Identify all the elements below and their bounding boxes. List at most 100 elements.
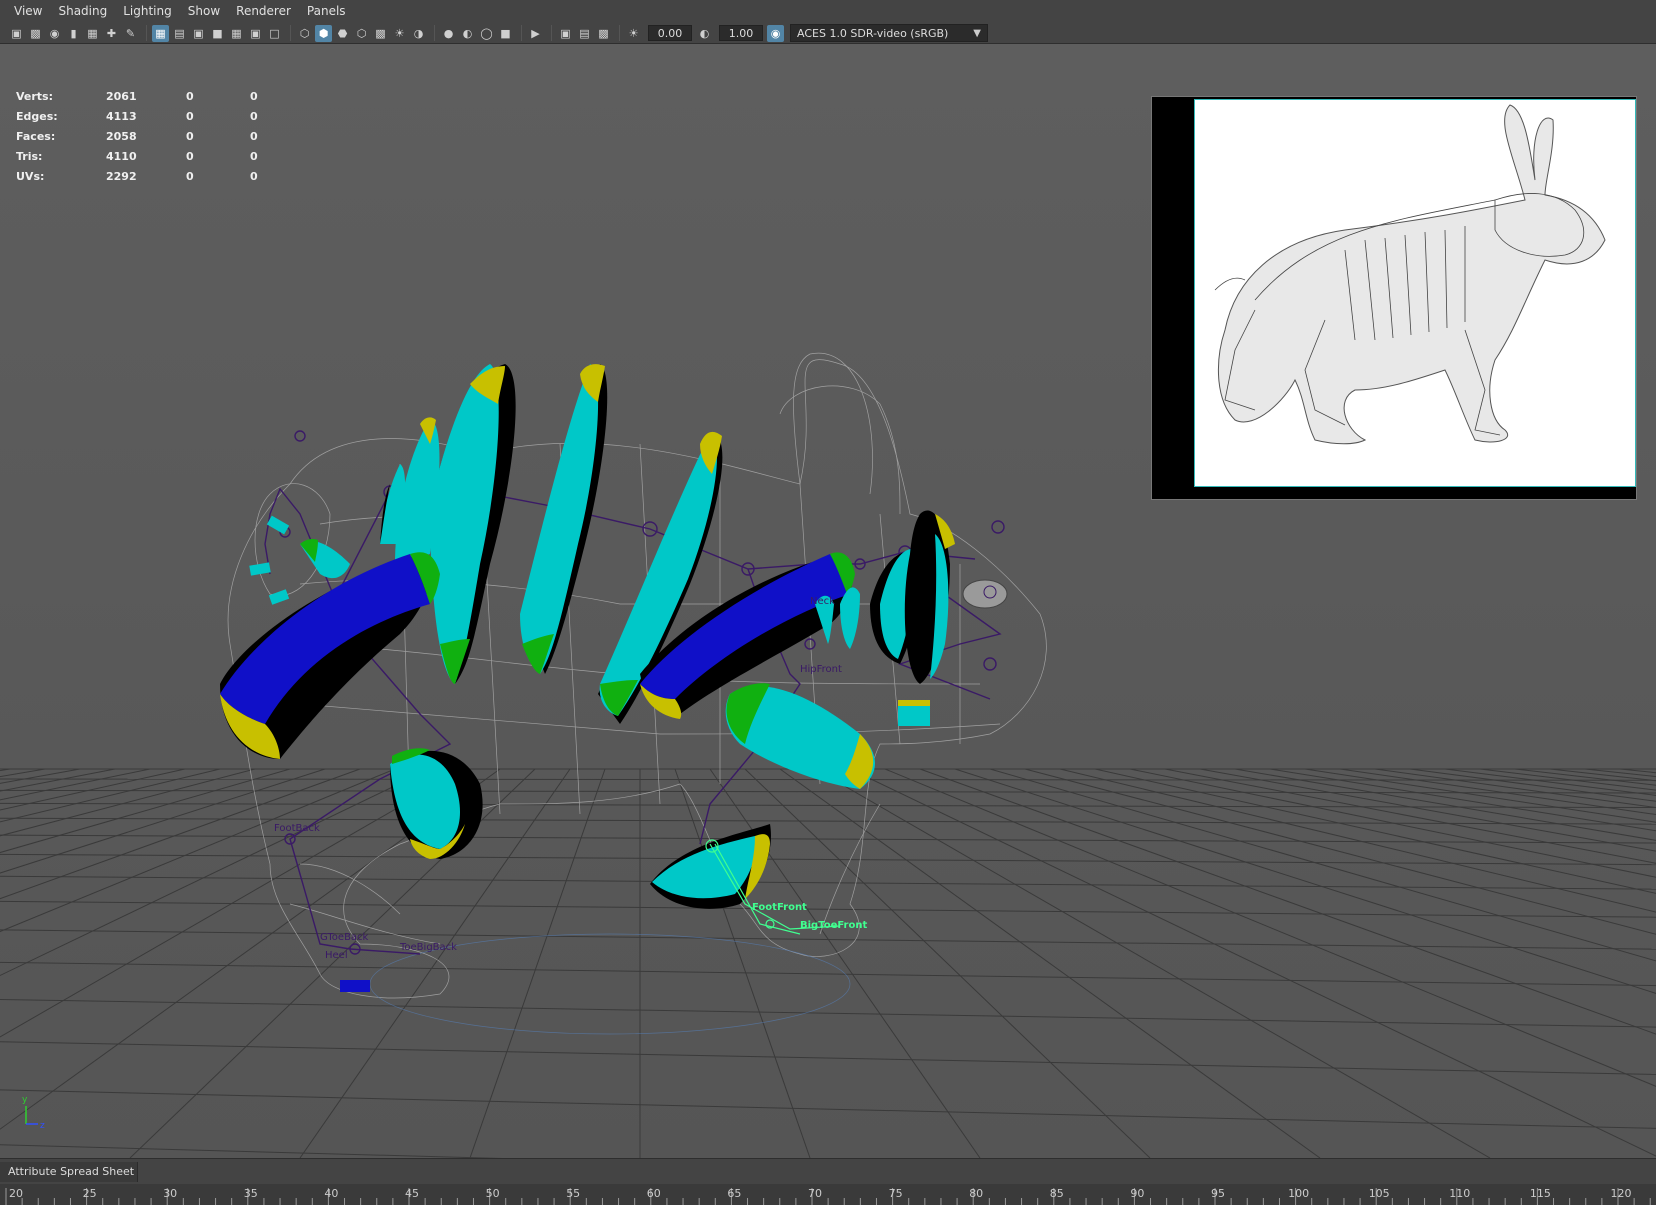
gamma-icon[interactable]: ◐	[696, 25, 713, 42]
timeline-tick-label: 85	[1050, 1187, 1064, 1200]
menu-show[interactable]: Show	[182, 0, 226, 22]
gate-mask-icon[interactable]: ■	[209, 25, 226, 42]
xray-joints-icon[interactable]: ▤	[576, 25, 593, 42]
hud-v1: 2061	[106, 89, 137, 103]
jaw-control[interactable]	[898, 704, 930, 726]
hud-v2: 0	[186, 129, 194, 143]
hud-label: Faces:	[16, 129, 56, 143]
panel-toolbar: ▣ ▩ ◉ ▮ ▦ ✚ ✎ ▦ ▤ ▣ ■ ▦ ▣ □ ⬡ ⬢ ⬣ ⬡ ▩ ☀ …	[0, 22, 1656, 44]
hud-v3: 0	[250, 89, 258, 103]
safe-action-icon[interactable]: ▣	[247, 25, 264, 42]
axis-y-label: y	[22, 1095, 28, 1105]
timeline-tick-label: 50	[486, 1187, 500, 1200]
hud-row: Faces: 2058 0 0	[16, 126, 290, 146]
shadows-icon[interactable]: ◑	[410, 25, 427, 42]
two-d-pan-icon[interactable]: ✚	[103, 25, 120, 42]
grease-pencil-icon[interactable]: ✎	[122, 25, 139, 42]
timeline-tick-label: 105	[1369, 1187, 1390, 1200]
timeline-tick-label: 70	[808, 1187, 822, 1200]
timeline-tick-label: 80	[969, 1187, 983, 1200]
depth-of-field-icon[interactable]: ■	[497, 25, 514, 42]
rabbit-skeleton-reference-image	[1194, 99, 1636, 487]
hud-row: Verts: 2061 0 0	[16, 86, 290, 106]
camera-attributes-icon[interactable]: ▩	[27, 25, 44, 42]
timeline-tick-label: 45	[405, 1187, 419, 1200]
anti-aliasing-icon[interactable]: ◯	[478, 25, 495, 42]
axis-z-label: z	[40, 1121, 45, 1131]
hud-v3: 0	[250, 109, 258, 123]
timeline-tick-label: 95	[1211, 1187, 1225, 1200]
menu-renderer[interactable]: Renderer	[230, 0, 297, 22]
timeline-tick-label: 110	[1449, 1187, 1470, 1200]
menu-shading[interactable]: Shading	[52, 0, 113, 22]
safe-title-icon[interactable]: □	[266, 25, 283, 42]
joint-label-toe-big-back: ToeBigBack	[399, 942, 457, 953]
timeline-tick-label: 60	[647, 1187, 661, 1200]
poly-count-hud: Verts: 2061 0 0 Edges: 4113 0 0 Faces: 2058 0 0 Tris…	[16, 86, 290, 186]
hud-v2: 0	[186, 89, 194, 103]
timeline-tick-label: 30	[163, 1187, 177, 1200]
panel-menu-bar: View Shading Lighting Show Renderer Pane…	[0, 0, 356, 22]
ambient-occlusion-icon[interactable]: ●	[440, 25, 457, 42]
tab-attribute-spread-sheet[interactable]: Attribute Spread Sheet	[0, 1162, 138, 1182]
checker-icon[interactable]: ▩	[372, 25, 389, 42]
exposure-field[interactable]: 0.00	[648, 25, 692, 41]
rabbit-eye	[962, 579, 1008, 609]
toolbar-separator	[146, 25, 147, 41]
camera-icon[interactable]: ▣	[8, 25, 25, 42]
film-gate-icon[interactable]: ▤	[171, 25, 188, 42]
smooth-shade-icon[interactable]: ⬢	[315, 24, 332, 42]
hud-v3: 0	[250, 149, 258, 163]
isolate-select-icon[interactable]: ▶	[527, 25, 544, 42]
hind-foot-control[interactable]	[340, 980, 370, 992]
perspective-viewport[interactable]: FootBack HipFront FootFront BigToeFront …	[0, 44, 1656, 1158]
hud-v3: 0	[250, 169, 258, 183]
xray-icon[interactable]: ▣	[557, 25, 574, 42]
timeline-tick-label: 20	[9, 1187, 23, 1200]
joint-label-big-toe-front: BigToeFront	[800, 920, 867, 931]
hud-label: UVs:	[16, 169, 45, 183]
view-transform-value: ACES 1.0 SDR-video (sRGB)	[797, 27, 949, 40]
gamma-field[interactable]: 1.00	[719, 25, 763, 41]
time-slider-ruler[interactable]: 20 25 30 35 40 45 50 55 60 65 70 75 80 85 90 95 100 105 11…	[0, 1184, 1656, 1205]
menu-view[interactable]: View	[8, 0, 48, 22]
camera-lock-icon[interactable]: ◉	[46, 25, 63, 42]
hud-v1: 4110	[106, 149, 137, 163]
joint-label-foot-front: FootFront	[752, 902, 807, 913]
textured-icon[interactable]: ⬡	[353, 25, 370, 42]
grid-icon[interactable]: ▦	[152, 24, 169, 42]
toolbar-separator	[434, 25, 435, 41]
hud-label: Verts:	[16, 89, 54, 103]
resolution-gate-icon[interactable]: ▣	[190, 25, 207, 42]
exposure-icon[interactable]: ☀	[625, 25, 642, 42]
hud-row: Tris: 4110 0 0	[16, 146, 290, 166]
hud-v3: 0	[250, 129, 258, 143]
hud-row: UVs: 2292 0 0	[16, 166, 290, 186]
wireframe-icon[interactable]: ⬡	[296, 25, 313, 42]
image-plane-icon[interactable]: ▦	[84, 25, 101, 42]
hud-label: Edges:	[16, 109, 58, 123]
bookmark-icon[interactable]: ▮	[65, 25, 82, 42]
field-chart-icon[interactable]: ▦	[228, 25, 245, 42]
viewport-top-bar: View Shading Lighting Show Renderer Pane…	[0, 0, 1656, 44]
joint-label-neck: Neck	[810, 596, 835, 607]
timeline-tick-label: 115	[1530, 1187, 1551, 1200]
bottom-panel-tabs: Attribute Spread Sheet	[0, 1158, 1656, 1184]
hud-v2: 0	[186, 109, 194, 123]
image-plane-reference	[1151, 96, 1637, 500]
wireframe-on-shaded-icon[interactable]: ⬣	[334, 25, 351, 42]
time-slider[interactable]: 20 25 30 35 40 45 50 55 60 65 70 75 80 85 90 95 100 105 11…	[0, 1184, 1656, 1205]
hud-label: Tris:	[16, 149, 43, 163]
backface-icon[interactable]: ▩	[595, 25, 612, 42]
menu-panels[interactable]: Panels	[301, 0, 352, 22]
view-transform-dropdown[interactable]: ACES 1.0 SDR-video (sRGB) ▼	[790, 24, 988, 42]
hud-v1: 2058	[106, 129, 137, 143]
lights-icon[interactable]: ☀	[391, 25, 408, 42]
chevron-down-icon: ▼	[973, 28, 981, 39]
toolbar-separator	[551, 25, 552, 41]
toolbar-separator	[619, 25, 620, 41]
motion-blur-icon[interactable]: ◐	[459, 25, 476, 42]
menu-lighting[interactable]: Lighting	[117, 0, 178, 22]
hud-v1: 4113	[106, 109, 137, 123]
color-management-icon[interactable]: ◉	[767, 24, 784, 42]
